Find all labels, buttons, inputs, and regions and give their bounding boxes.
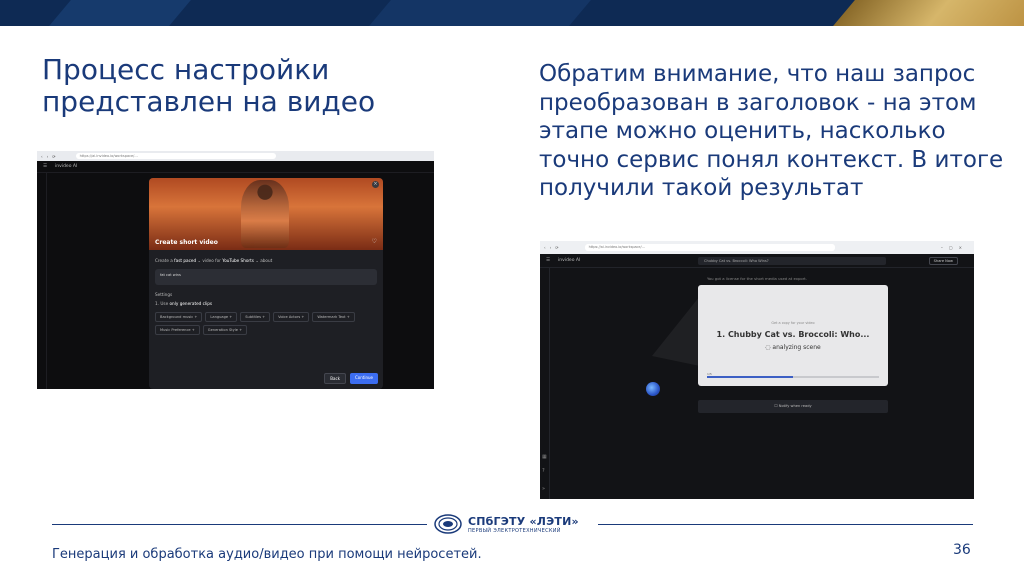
continue-button[interactable]: Continue	[350, 373, 378, 384]
checkbox-icon[interactable]: ☐	[774, 404, 777, 408]
page-number: 36	[953, 542, 971, 558]
expand-icon[interactable]: »	[542, 486, 545, 492]
modal-hero-image: × Create short video ♡	[149, 178, 383, 250]
chip-music-preference[interactable]: Music Preference +	[155, 325, 200, 335]
light-beam	[652, 296, 700, 366]
status-text: ◌ analyzing scene	[698, 344, 888, 351]
chip-background-music[interactable]: Background music +	[155, 312, 203, 322]
use-line: 1. Use only generated clips	[149, 301, 383, 306]
video-title-field[interactable]: Chubby Cat vs. Broccoli: Who Wins?	[698, 257, 886, 265]
create-video-modal: × Create short video ♡ Create a fast pac…	[149, 178, 383, 389]
heart-icon[interactable]: ♡	[372, 238, 377, 245]
close-icon[interactable]: ×	[372, 181, 379, 188]
settings-label: Settings	[155, 292, 173, 297]
platform-select[interactable]: YouTube Shorts	[222, 258, 254, 263]
notify-label: Notify when ready	[778, 404, 812, 408]
browser-chrome: ‹ › ⟳ https://ai.invideo.io/workspace/..…	[540, 241, 974, 254]
settings-chips: Background music + Language + Subtitles …	[149, 312, 383, 335]
app-logo: invideo AI	[558, 258, 581, 263]
forward-nav-icon[interactable]: ›	[550, 245, 552, 250]
pace-select[interactable]: fast paced	[174, 258, 196, 263]
app-sidebar	[37, 173, 47, 389]
progress-fill	[707, 376, 793, 378]
address-bar[interactable]: https://ai.invideo.io/workspace/...	[584, 244, 835, 251]
logo-name: СПбГЭТУ «ЛЭТИ»	[468, 514, 579, 528]
browser-chrome: ‹ › ⟳ https://ai.invideo.io/workspace/..…	[37, 151, 434, 161]
spec-text: about	[260, 258, 273, 263]
forward-nav-icon[interactable]: ›	[47, 154, 49, 159]
basketball-player-image	[241, 180, 289, 248]
back-nav-icon[interactable]: ‹	[41, 154, 43, 159]
license-hint: You got a license for the short media us…	[707, 276, 807, 281]
result-screenshot: ‹ › ⟳ https://ai.invideo.io/workspace/..…	[540, 241, 974, 499]
spec-text: video for	[202, 258, 221, 263]
footer-text: Генерация и обработка аудио/видео при по…	[52, 547, 482, 562]
banner-gold-accent	[833, 0, 1024, 26]
app-sidebar: ▦ ? »	[540, 268, 550, 499]
video-spec-line: Create a fast paced ⌄ video for YouTube …	[149, 258, 383, 263]
reload-icon[interactable]: ⟳	[52, 154, 55, 159]
video-title: 1. Chubby Cat vs. Broccoli: Who...	[716, 330, 870, 339]
modal-actions: Back Continue	[324, 373, 378, 384]
reload-icon[interactable]: ⟳	[555, 245, 558, 250]
setup-screenshot: ‹ › ⟳ https://ai.invideo.io/workspace/..…	[37, 151, 434, 389]
app-logo: invideo AI	[55, 164, 78, 169]
chip-subtitles[interactable]: Subtitles +	[240, 312, 271, 322]
help-icon[interactable]: ?	[542, 468, 545, 474]
footer-rule-left	[52, 524, 427, 525]
chip-voice-actors[interactable]: Voice Actors +	[273, 312, 310, 322]
notify-when-ready-button[interactable]: ☐ Notify when ready	[698, 400, 888, 413]
progress-card: Get a copy for your video 1. Chubby Cat …	[698, 285, 888, 386]
footer-rule-right	[598, 524, 973, 525]
chevron-down-icon: ⌄	[197, 258, 201, 263]
share-button[interactable]: Share Now	[928, 257, 958, 265]
chip-watermark-text[interactable]: Watermark Text +	[312, 312, 355, 322]
menu-icon[interactable]: ☰	[546, 258, 550, 263]
chip-generation-style[interactable]: Generation Style +	[202, 325, 248, 335]
back-button[interactable]: Back	[324, 373, 346, 384]
status-label: analyzing scene	[772, 344, 821, 351]
menu-icon[interactable]: ☰	[43, 164, 47, 169]
progress-track	[707, 376, 879, 378]
clips-select[interactable]: only generated clips	[170, 301, 213, 306]
address-bar[interactable]: https://ai.invideo.io/workspace/...	[75, 153, 276, 159]
logo-tagline: ПЕРВЫЙ ЭЛЕКТРОТЕХНИЧЕСКИЙ	[468, 527, 561, 534]
slide-title-left: Процесс настройки представлен на видео	[42, 53, 376, 118]
banner-stripe	[49, 0, 191, 26]
assistant-orb-icon	[646, 382, 660, 396]
spinner-icon: ◌	[765, 344, 771, 351]
eti-emblem-icon	[434, 510, 462, 538]
card-subtitle: Get a copy for your video	[771, 321, 815, 325]
window-controls[interactable]: –▢×	[941, 245, 968, 250]
app-bar: ☰ invideo AI Chubby Cat vs. Broccoli: Wh…	[540, 254, 974, 268]
prompt-input[interactable]: fat cat wins	[155, 269, 377, 285]
banner-stripe	[369, 0, 591, 26]
use-label: 1. Use	[155, 301, 169, 306]
grid-icon[interactable]: ▦	[542, 454, 547, 460]
app-bar: ☰ invideo AI	[37, 161, 434, 173]
slide-title-right: Обратим внимание, что наш запрос преобра…	[539, 61, 1004, 201]
spec-text: Create a	[155, 258, 173, 263]
chevron-down-icon: ⌄	[255, 258, 259, 263]
top-banner	[0, 0, 1024, 26]
university-logo: СПбГЭТУ «ЛЭТИ» ПЕРВЫЙ ЭЛЕКТРОТЕХНИЧЕСКИЙ	[434, 509, 594, 539]
chip-language[interactable]: Language +	[205, 312, 238, 322]
modal-title: Create short video	[155, 239, 218, 246]
back-nav-icon[interactable]: ‹	[544, 245, 546, 250]
